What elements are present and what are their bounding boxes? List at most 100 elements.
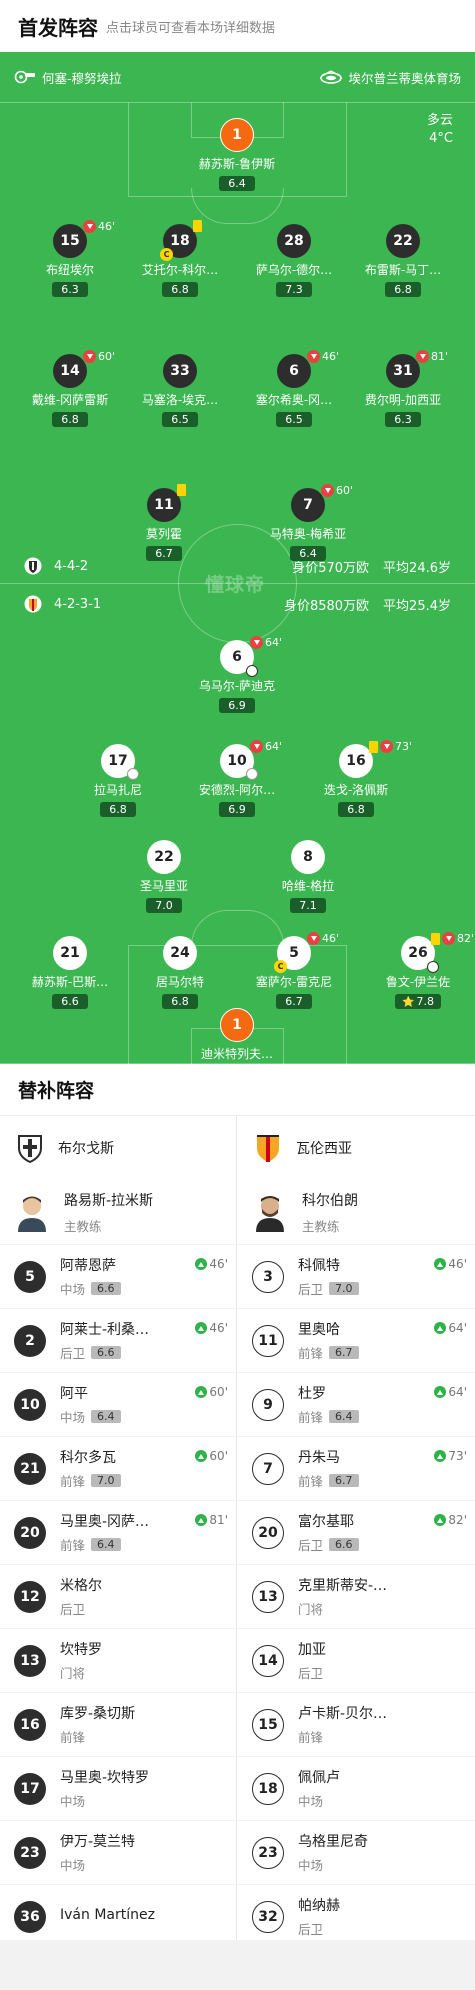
home-player-15[interactable]: 15 46' 布纽埃尔 6.3 [10, 220, 130, 297]
sub-info: 阿蒂恩萨 中场 6.6 [60, 1255, 121, 1298]
player-number-badge: 22 [386, 224, 420, 258]
player-rating: 6.8 [162, 994, 198, 1009]
player-number-badge: 1 [220, 1008, 254, 1042]
home-sub-row[interactable]: 20 马里奥-冈萨… 前锋 6.4 81' [0, 1500, 236, 1564]
away-player-22[interactable]: 22 圣马里亚 7.0 [104, 840, 224, 913]
home-player-28[interactable]: 28 萨乌尔-德尔… 7.3 [234, 224, 354, 297]
home-subs-column: 布尔戈斯 路易斯-拉米斯 主教练 5 阿蒂恩萨 中场 6.6 46' 2 阿莱士-利桑… 后卫… [0, 1116, 237, 1948]
player-rating-value: 6.4 [228, 177, 246, 190]
home-player-33[interactable]: 33 马塞洛-埃克… 6.5 [120, 354, 240, 427]
sub-in-icon [195, 1386, 208, 1398]
player-number-badge: 21 [53, 936, 87, 970]
lineup-header: 首发阵容 点击球员可查看本场详细数据 [0, 0, 475, 52]
home-coach[interactable]: 路易斯-拉米斯 主教练 [0, 1180, 236, 1244]
home-sub-row[interactable]: 21 科尔多瓦 前锋 7.0 60' [0, 1436, 236, 1500]
player-rating-value: 7.3 [285, 283, 303, 296]
away-player-6[interactable]: 6 64' 乌马尔-萨迪克 6.9 [177, 636, 297, 713]
home-player-1[interactable]: 1 赫苏斯-鲁伊斯 6.4 [177, 118, 297, 191]
player-event-badges: 73' [369, 740, 412, 753]
player-rating-value: 6.6 [61, 995, 79, 1008]
away-team-header[interactable]: 瓦伦西亚 [238, 1116, 475, 1180]
away-player-17[interactable]: 17 拉马扎尼 6.8 [58, 744, 178, 817]
sub-out-minute: 64' [265, 740, 283, 753]
away-player-8[interactable]: 8 哈维-格拉 7.1 [248, 840, 368, 913]
sub-out-icon [250, 636, 263, 649]
referee-info: 何塞-穆努埃拉 [14, 68, 122, 87]
player-event-badges: 64' [250, 636, 282, 649]
home-sub-row[interactable]: 23 伊万-莫兰特 中场 [0, 1820, 236, 1884]
player-number-badge: 33 [163, 354, 197, 388]
home-player-7[interactable]: 7 60' 马特奥-梅希亚 6.4 [248, 484, 368, 561]
away-sub-row[interactable]: 23 乌格里尼奇 中场 [238, 1820, 475, 1884]
stadium-info: 埃尔普兰蒂奥体育场 [320, 68, 461, 87]
player-rating: 6.7 [276, 994, 312, 1009]
sub-in-indicator: 46' [195, 1257, 228, 1271]
star-icon: ⭐ [402, 997, 415, 1008]
away-player-10[interactable]: 10 64' 安德烈-阿尔… 6.9 [177, 740, 297, 817]
sub-position-line: 门将 [60, 1663, 102, 1682]
away-player-26[interactable]: 26 82' 鲁文-伊兰佐 ⭐ 7.8 [358, 932, 475, 1009]
away-sub-row[interactable]: 11 里奥哈 前锋 6.7 64' [238, 1308, 475, 1372]
player-rating: 6.5 [162, 412, 198, 427]
player-rating: 6.9 [219, 698, 255, 713]
sub-position-line: 前锋 6.7 [298, 1471, 359, 1490]
sub-position: 中场 [298, 1858, 324, 1873]
away-sub-row[interactable]: 18 佩佩卢 中场 [238, 1756, 475, 1820]
sub-info: 加亚 后卫 [298, 1639, 326, 1682]
sub-rating: 6.7 [329, 1346, 359, 1359]
home-player-6[interactable]: 6 46' 塞尔希奥-冈… 6.5 [234, 350, 354, 427]
away-sub-row[interactable]: 9 杜罗 前锋 6.4 64' [238, 1372, 475, 1436]
player-name: 鲁文-伊兰佐 [385, 975, 451, 989]
home-sub-row[interactable]: 2 阿莱士-利桑… 后卫 6.6 46' [0, 1308, 236, 1372]
home-player-14[interactable]: 14 60' 戴维-冈萨雷斯 6.8 [10, 350, 130, 427]
home-sub-row[interactable]: 5 阿蒂恩萨 中场 6.6 46' [0, 1244, 236, 1308]
player-rating-value: 6.8 [171, 995, 189, 1008]
home-player-11[interactable]: 11 莫列霍 6.7 [104, 484, 224, 561]
sub-rating: 7.0 [329, 1282, 359, 1295]
away-sub-row[interactable]: 13 克里斯蒂安-… 门将 [238, 1564, 475, 1628]
away-coach[interactable]: 科尔伯朗 主教练 [238, 1180, 475, 1244]
sub-out-icon [307, 932, 320, 945]
home-sub-row[interactable]: 13 坎特罗 门将 [0, 1628, 236, 1692]
away-player-5[interactable]: 5 C 46' 塞萨尔-雷克尼 6.7 [234, 932, 354, 1009]
away-sub-row[interactable]: 15 卢卡斯-贝尔… 前锋 [238, 1692, 475, 1756]
sub-number-badge: 20 [252, 1516, 284, 1549]
sub-rating: 7.0 [91, 1474, 121, 1487]
away-player-1[interactable]: 1迪米特列夫…6.8 [177, 1008, 297, 1064]
away-sub-row[interactable]: 20 富尔基耶 后卫 6.6 82' [238, 1500, 475, 1564]
sub-in-minute: 82' [448, 1513, 467, 1527]
sub-name: 坎特罗 [60, 1642, 102, 1658]
sub-out-icon [442, 932, 455, 945]
home-player-22[interactable]: 22 布雷斯-马丁… 6.8 [343, 224, 463, 297]
away-team-info: 4-2-3-1 身价8580万欧 平均25.4岁 [0, 592, 475, 616]
sub-position-line: 中场 6.6 [60, 1279, 121, 1298]
home-sub-row[interactable]: 10 阿平 中场 6.4 60' [0, 1372, 236, 1436]
home-team-header[interactable]: 布尔戈斯 [0, 1116, 236, 1180]
home-player-18[interactable]: 18 C 艾托尔-科尔… 6.8 [120, 220, 240, 297]
sub-in-minute: 60' [209, 1449, 228, 1463]
player-rating-value: 6.7 [285, 995, 303, 1008]
home-sub-row[interactable]: 16 库罗-桑切斯 前锋 [0, 1692, 236, 1756]
sub-name: 卢卡斯-贝尔… [298, 1706, 388, 1722]
away-player-24[interactable]: 24 居马尔特 6.8 [120, 936, 240, 1009]
sub-in-icon [434, 1322, 447, 1334]
sub-out-minute: 60' [336, 484, 354, 497]
sub-position: 后卫 [60, 1346, 86, 1361]
away-sub-row[interactable]: 14 加亚 后卫 [238, 1628, 475, 1692]
sub-number-badge: 16 [14, 1708, 46, 1741]
sub-number-badge: 36 [14, 1900, 46, 1933]
away-player-21[interactable]: 21 赫苏斯-巴斯… 6.6 [10, 936, 130, 1009]
sub-position-line: 后卫 [60, 1599, 102, 1618]
home-player-31[interactable]: 31 81' 费尔明-加西亚 6.3 [343, 350, 463, 427]
sub-position-line: 后卫 7.0 [298, 1279, 359, 1298]
player-name: 马特奥-梅希亚 [269, 527, 347, 541]
away-sub-row[interactable]: 32 帕纳赫 后卫 [238, 1884, 475, 1948]
away-player-16[interactable]: 16 73' 迭戈-洛佩斯 6.8 [296, 740, 416, 817]
sub-in-minute: 46' [209, 1257, 228, 1271]
home-sub-row[interactable]: 17 马里奥-坎特罗 中场 [0, 1756, 236, 1820]
away-sub-row[interactable]: 7 丹朱马 前锋 6.7 73' [238, 1436, 475, 1500]
home-sub-row[interactable]: 12 米格尔 后卫 [0, 1564, 236, 1628]
away-sub-row[interactable]: 3 科佩特 后卫 7.0 46' [238, 1244, 475, 1308]
sub-rating: 6.7 [329, 1474, 359, 1487]
home-sub-row[interactable]: 36 Iván Martínez [0, 1884, 236, 1948]
